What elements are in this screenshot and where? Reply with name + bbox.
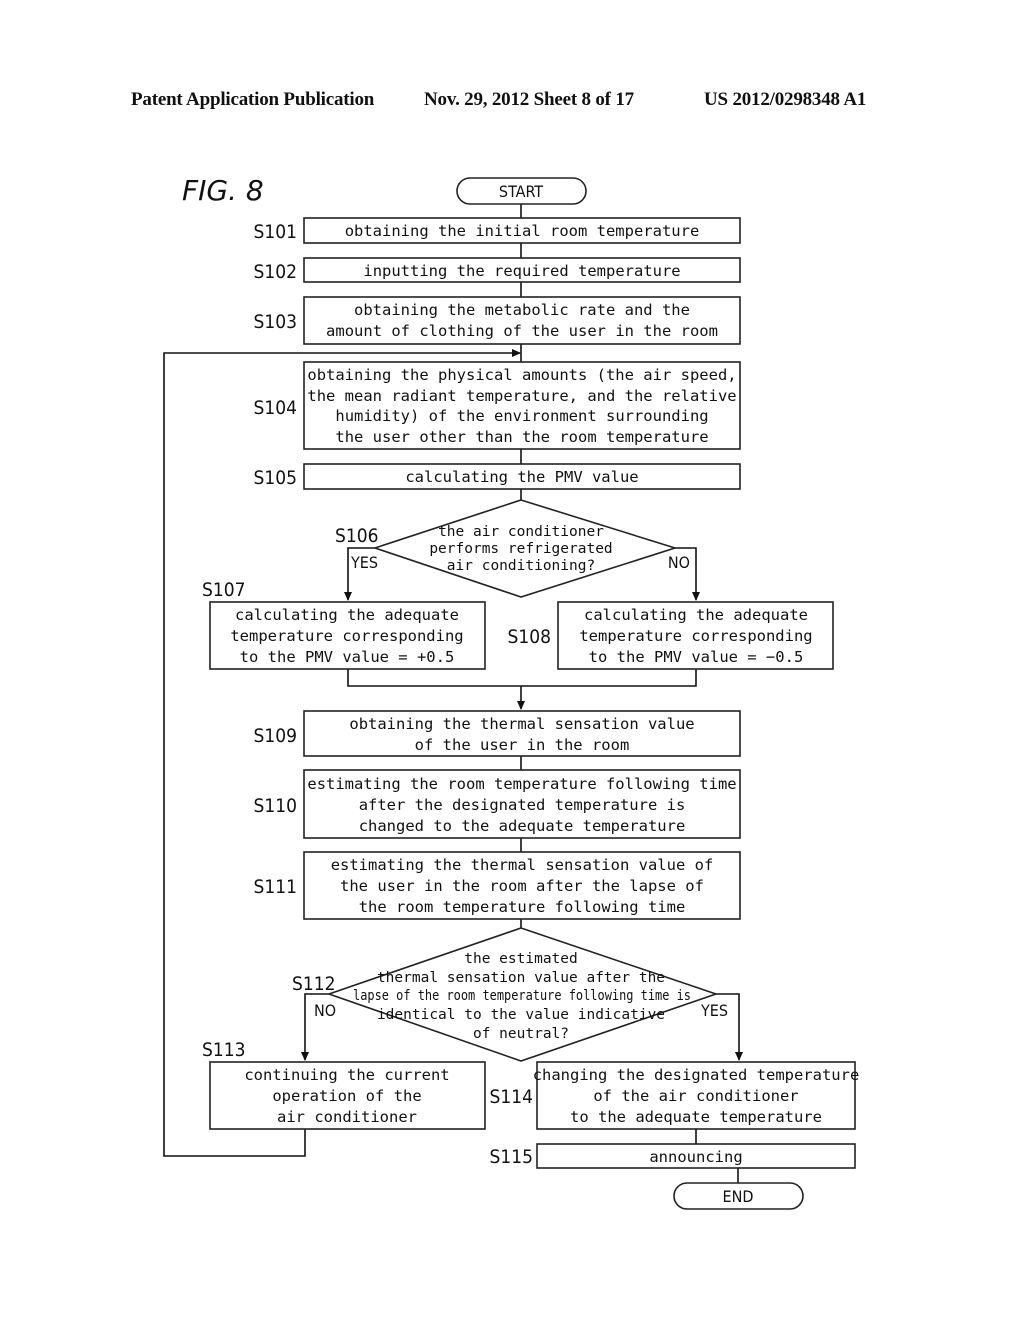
decision-text-line: thermal sensation value after the <box>377 970 665 986</box>
step-id: S113 <box>202 1039 245 1061</box>
decision-text-line: lapse of the room temperature following … <box>353 988 691 1004</box>
step-text-line: the user other than the room temperature <box>335 428 708 446</box>
step-s104: S104 obtaining the physical amounts (the… <box>254 361 741 450</box>
step-text-line: the mean radiant temperature, and the re… <box>307 387 736 405</box>
decision-s112: S112 the estimated thermal sensation val… <box>292 927 728 1062</box>
step-text-line: obtaining the metabolic rate and the <box>354 301 690 319</box>
decision-text-line: the estimated <box>464 951 578 967</box>
step-text-line: air conditioner <box>277 1108 417 1126</box>
step-text-line: to the PMV value = −0.5 <box>589 648 804 666</box>
start-label: START <box>499 182 543 201</box>
step-text-line: amount of clothing of the user in the ro… <box>326 322 718 340</box>
step-text-line: the user in the room after the lapse of <box>340 877 704 895</box>
step-id: S115 <box>490 1146 533 1168</box>
step-id: S104 <box>254 397 297 419</box>
decision-text-line: of neutral? <box>473 1026 569 1042</box>
step-id: S111 <box>254 876 297 898</box>
step-id: S101 <box>254 221 297 243</box>
step-text-line: calculating the adequate <box>235 606 459 624</box>
step-text-line: changed to the adequate temperature <box>359 817 686 835</box>
step-id: S102 <box>254 261 297 283</box>
step-s109: S109 obtaining the thermal sensation val… <box>254 710 741 757</box>
step-text-line: of the air conditioner <box>593 1087 798 1105</box>
step-text-line: calculating the adequate <box>584 606 808 624</box>
step-text-line: obtaining the thermal sensation value <box>349 715 694 733</box>
decision-text-line: the air conditioner <box>438 524 604 540</box>
step-text-line: continuing the current <box>244 1066 449 1084</box>
step-s113: S113 continuing the current operation of… <box>202 1039 486 1130</box>
step-id: S107 <box>202 579 245 601</box>
step-text-line: estimating the thermal sensation value o… <box>331 856 714 874</box>
step-id: S114 <box>490 1086 533 1108</box>
end-terminal: END <box>673 1182 804 1210</box>
step-id: S105 <box>254 467 297 489</box>
step-text-line: after the designated temperature is <box>359 796 686 814</box>
step-s110: S110 estimating the room temperature fol… <box>254 769 741 839</box>
step-text-line: of the user in the room <box>415 736 630 754</box>
step-text: inputting the required temperature <box>363 262 680 280</box>
end-label: END <box>723 1187 754 1206</box>
decision-text-line: air conditioning? <box>447 558 595 574</box>
step-text: calculating the PMV value <box>405 468 638 486</box>
no-branch-label: NO <box>668 553 690 572</box>
step-text-line: temperature corresponding <box>230 627 463 645</box>
start-terminal: START <box>456 177 587 205</box>
step-text-line: humidity) of the environment surrounding <box>335 407 708 425</box>
step-id: S106 <box>335 525 378 547</box>
step-text-line: the room temperature following time <box>359 898 686 916</box>
step-s103: S103 obtaining the metabolic rate and th… <box>254 296 741 345</box>
figure-label: FIG. 8 <box>182 174 264 207</box>
step-text-line: operation of the <box>272 1087 421 1105</box>
step-text-line: changing the designated temperature <box>533 1066 860 1084</box>
step-id: S103 <box>254 311 297 333</box>
step-text: obtaining the initial room temperature <box>345 222 700 240</box>
step-id: S110 <box>254 795 297 817</box>
step-id: S109 <box>254 725 297 747</box>
step-s114: S114 changing the designated temperature… <box>490 1061 860 1130</box>
step-s108: S108 calculating the adequate temperatur… <box>508 601 834 670</box>
no-branch-label: NO <box>314 1001 336 1020</box>
step-s105: S105 calculating the PMV value <box>254 463 741 490</box>
step-text-line: temperature corresponding <box>579 627 812 645</box>
step-s107: S107 calculating the adequate temperatur… <box>202 579 486 670</box>
step-text-line: to the adequate temperature <box>570 1108 822 1126</box>
step-id: S112 <box>292 973 335 995</box>
decision-text-line: identical to the value indicative <box>377 1007 665 1023</box>
decision-s106: S106 the air conditioner performs refrig… <box>335 499 690 598</box>
yes-branch-label: YES <box>700 1001 728 1020</box>
step-text-line: obtaining the physical amounts (the air … <box>307 366 736 384</box>
step-text-line: to the PMV value = +0.5 <box>240 648 455 666</box>
connector-merge <box>347 669 697 687</box>
step-s101: S101 obtaining the initial room temperat… <box>254 217 741 244</box>
step-s102: S102 inputting the required temperature <box>254 257 741 283</box>
step-id: S108 <box>508 626 551 648</box>
step-s111: S111 estimating the thermal sensation va… <box>254 851 741 920</box>
step-text: announcing <box>649 1148 742 1166</box>
step-text-line: estimating the room temperature followin… <box>307 775 736 793</box>
flowchart: FIG. 8 START S101 obtaining the initial … <box>163 174 860 1210</box>
decision-text-line: performs refrigerated <box>429 541 612 557</box>
step-s115: S115 announcing <box>490 1143 856 1169</box>
yes-branch-label: YES <box>350 553 378 572</box>
